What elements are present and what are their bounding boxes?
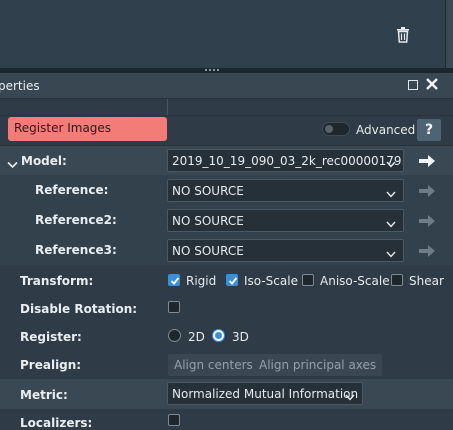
model-label: Model: [21, 154, 67, 168]
model-value: 2019_10_19_090_03_2k_rec00000179.png [172, 154, 404, 168]
transform-label: Transform: [20, 274, 94, 288]
chevron-down-icon [345, 390, 355, 401]
check-icon [170, 277, 180, 285]
rigid-label: Rigid [186, 274, 217, 288]
shear-label: Shear [409, 274, 444, 288]
reference3-value: NO SOURCE [172, 244, 244, 258]
disable-rotation-label: Disable Rotation: [20, 302, 138, 316]
aniso-scale-label: Aniso-Scale [320, 274, 390, 288]
float-icon[interactable] [408, 80, 418, 90]
chevron-down-icon [386, 217, 396, 228]
align-principal-axes-button[interactable]: Align principal axes [253, 354, 383, 376]
arrow-right-icon[interactable] [418, 184, 436, 198]
header-divider [167, 99, 168, 116]
reference2-label: Reference2: [35, 213, 117, 227]
properties-title-bar: perties [0, 73, 453, 99]
chevron-down-icon[interactable] [7, 158, 18, 169]
rigid-checkbox[interactable] [168, 274, 180, 286]
reference3-label: Reference3: [35, 243, 117, 257]
reference-value: NO SOURCE [172, 184, 244, 198]
panel-title: perties [0, 79, 40, 93]
reference2-select[interactable]: NO SOURCE [167, 209, 404, 232]
register-3d-radio[interactable] [212, 329, 225, 342]
reference3-select[interactable]: NO SOURCE [167, 239, 404, 262]
iso-scale-checkbox[interactable] [226, 274, 238, 286]
arrow-right-icon[interactable] [418, 154, 436, 168]
model-select[interactable]: 2019_10_19_090_03_2k_rec00000179.png [167, 149, 404, 172]
register-2d-radio[interactable] [168, 329, 181, 342]
aniso-scale-checkbox[interactable] [302, 274, 314, 286]
register-label: Register: [20, 330, 82, 344]
reference2-value: NO SOURCE [172, 214, 244, 228]
register-3d-label: 3D [232, 330, 249, 344]
reference-select[interactable]: NO SOURCE [167, 179, 404, 202]
localizers-label: Localizers: [20, 416, 93, 430]
register-2d-label: 2D [188, 330, 205, 344]
advanced-label: Advanced [356, 123, 416, 137]
align-centers-button[interactable]: Align centers [168, 354, 259, 376]
metric-label: Metric: [20, 388, 68, 402]
chevron-down-icon [386, 187, 396, 198]
divider [0, 115, 453, 116]
chevron-down-icon [386, 157, 396, 168]
advanced-toggle[interactable] [322, 122, 350, 136]
trash-icon[interactable] [396, 27, 414, 45]
register-images-button[interactable]: Register Images [8, 117, 167, 141]
upper-panel-scrollbar[interactable] [445, 0, 453, 68]
splitter-grip-icon[interactable] [205, 69, 221, 72]
chevron-down-icon [386, 247, 396, 258]
metric-value: Normalized Mutual Information [172, 387, 359, 401]
check-icon [228, 277, 238, 285]
localizers-checkbox[interactable] [168, 414, 180, 426]
help-button[interactable]: ? [417, 119, 441, 141]
metric-select[interactable]: Normalized Mutual Information [167, 382, 363, 405]
disable-rotation-checkbox[interactable] [168, 301, 180, 313]
upper-panel [0, 0, 445, 68]
arrow-right-icon[interactable] [418, 214, 436, 228]
shear-checkbox[interactable] [391, 274, 403, 286]
reference-label: Reference: [35, 183, 109, 197]
iso-scale-label: Iso-Scale [244, 274, 298, 288]
arrow-right-icon[interactable] [418, 244, 436, 258]
close-icon[interactable] [425, 77, 441, 93]
prealign-label: Prealign: [20, 358, 82, 372]
